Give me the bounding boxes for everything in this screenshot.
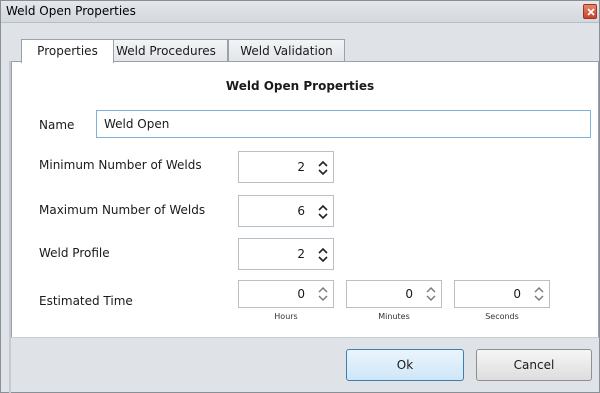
- spin-arrows-icon[interactable]: [318, 204, 328, 220]
- seconds-value: 0: [513, 287, 521, 301]
- dialog-window: Weld Open Properties Properties Weld Pro…: [0, 0, 600, 393]
- minutes-unit-label: Minutes: [378, 312, 410, 321]
- seconds-stepper[interactable]: 0: [454, 280, 550, 308]
- hours-stepper[interactable]: 0: [238, 280, 334, 308]
- tab-weld-procedures[interactable]: Weld Procedures: [104, 39, 228, 62]
- panel-heading: Weld Open Properties: [225, 79, 375, 93]
- max-welds-label: Maximum Number of Welds: [39, 203, 206, 217]
- min-welds-label: Minimum Number of Welds: [39, 158, 202, 172]
- name-input[interactable]: Weld Open: [96, 110, 591, 138]
- estimated-time-label: Estimated Time: [39, 294, 133, 308]
- seconds-unit-label: Seconds: [485, 312, 519, 321]
- weld-profile-label: Weld Profile: [39, 246, 110, 260]
- hours-unit-label: Hours: [274, 312, 298, 321]
- ok-button[interactable]: Ok: [346, 349, 464, 381]
- max-welds-value: 6: [297, 204, 305, 218]
- weld-profile-stepper[interactable]: 2: [238, 238, 334, 270]
- spin-arrows-icon[interactable]: [426, 286, 436, 302]
- min-welds-value: 2: [297, 160, 305, 174]
- minutes-value: 0: [405, 287, 413, 301]
- weld-profile-value: 2: [297, 247, 305, 261]
- spin-arrows-icon[interactable]: [318, 247, 328, 263]
- cancel-button[interactable]: Cancel: [476, 349, 592, 381]
- spin-arrows-icon[interactable]: [318, 160, 328, 176]
- button-bar-divider: [11, 337, 599, 338]
- window-title: Weld Open Properties: [6, 4, 136, 18]
- spin-arrows-icon[interactable]: [318, 286, 328, 302]
- close-icon: [587, 8, 595, 16]
- max-welds-stepper[interactable]: 6: [238, 195, 334, 227]
- close-button[interactable]: [583, 4, 597, 19]
- title-bar[interactable]: Weld Open Properties: [1, 1, 599, 23]
- tab-properties[interactable]: Properties: [21, 39, 114, 63]
- spin-arrows-icon[interactable]: [534, 286, 544, 302]
- name-label: Name: [39, 118, 75, 132]
- minutes-stepper[interactable]: 0: [346, 280, 442, 308]
- min-welds-stepper[interactable]: 2: [238, 151, 334, 183]
- hours-value: 0: [297, 287, 305, 301]
- tab-weld-validation[interactable]: Weld Validation: [228, 39, 345, 62]
